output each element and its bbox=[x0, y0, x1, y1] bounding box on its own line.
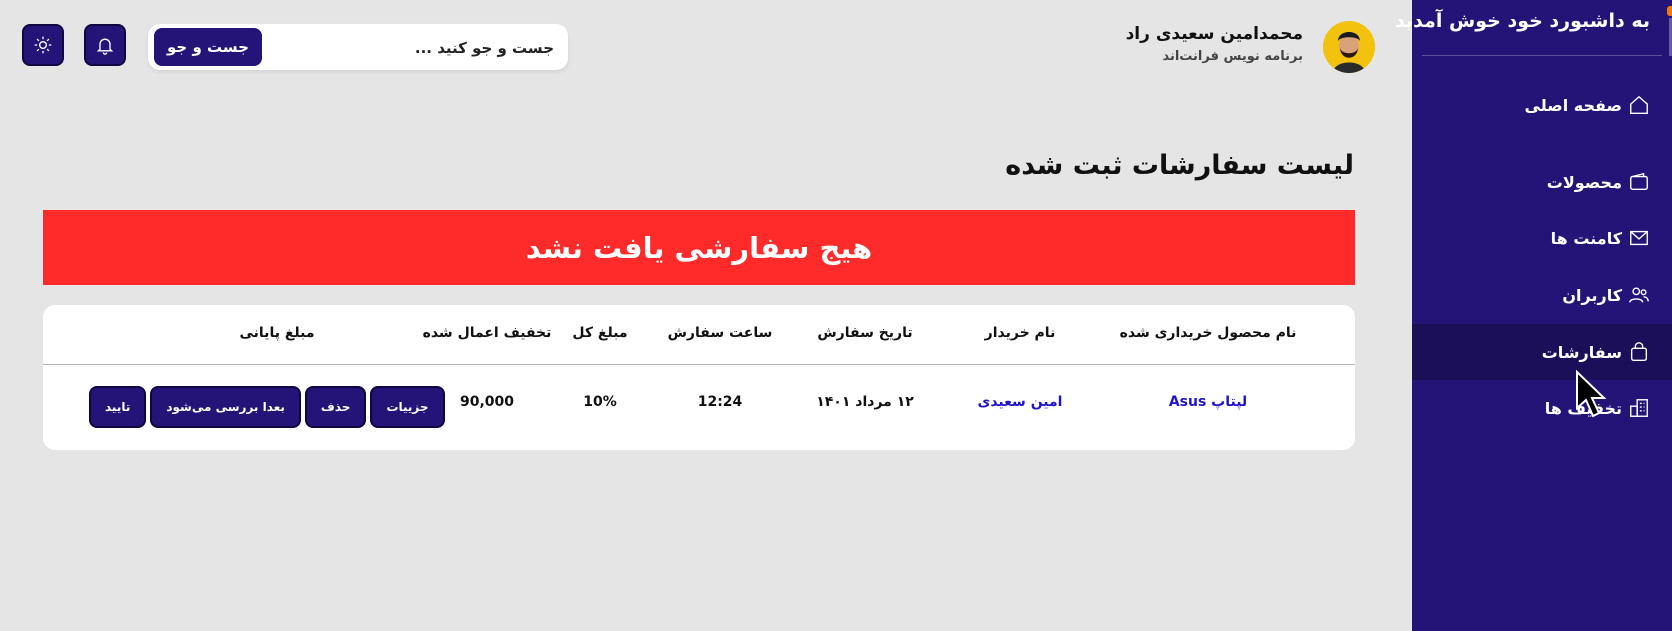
sidebar-item-label: صفحه اصلی bbox=[1524, 95, 1622, 115]
column-header-time: ساعت سفارش bbox=[667, 325, 773, 341]
order-time: 12:24 bbox=[697, 394, 743, 410]
details-button[interactable]: جزییات bbox=[370, 386, 445, 428]
sidebar-item-label: محصولات bbox=[1546, 172, 1622, 192]
review-later-button[interactable]: بعدا بررسی می‌شود bbox=[150, 386, 301, 428]
sidebar-item-discounts[interactable]: تخفیف ها bbox=[1412, 380, 1672, 436]
bell-icon bbox=[96, 38, 114, 55]
column-header-discount: تخفیف اعمال شده bbox=[422, 325, 552, 341]
sidebar-item-home[interactable]: صفحه اصلی bbox=[1412, 77, 1672, 133]
theme-toggle-button[interactable] bbox=[22, 24, 64, 66]
search-input[interactable] bbox=[302, 32, 556, 64]
user-name: محمدامین سعیدی راد bbox=[1125, 24, 1303, 44]
sidebar-item-orders[interactable]: سفارشات bbox=[1412, 324, 1672, 380]
column-header-buyer: نام خریدار bbox=[984, 325, 1056, 341]
buyer-link[interactable]: امین سعیدی bbox=[978, 394, 1063, 410]
sidebar: به داشبورد خود خوش آمدید صفحه اصلی محصول… bbox=[1395, 0, 1672, 631]
column-header-final: مبلغ پایانی bbox=[239, 325, 315, 341]
wallet-icon bbox=[1630, 172, 1648, 191]
column-header-total: مبلغ کل bbox=[572, 325, 628, 341]
empty-message: هیج سفارشی یافت نشد bbox=[525, 230, 873, 265]
row-actions: جزییات حذف بعدا بررسی می‌شود تایید bbox=[89, 386, 445, 428]
orders-table: نام محصول خریداری شده نام خریدار تاریخ س… bbox=[43, 305, 1355, 450]
product-link[interactable]: لپتاپ Asus bbox=[1169, 394, 1247, 410]
empty-orders-banner: هیج سفارشی یافت نشد bbox=[43, 210, 1355, 285]
building-icon bbox=[1630, 399, 1648, 417]
home-icon bbox=[1630, 95, 1648, 114]
notifications-button[interactable] bbox=[84, 24, 126, 66]
order-total: 10% bbox=[583, 394, 617, 410]
sidebar-item-label: کاربران bbox=[1562, 285, 1622, 305]
mail-icon bbox=[1630, 230, 1648, 246]
avatar[interactable] bbox=[1323, 21, 1375, 73]
sun-icon bbox=[34, 36, 52, 54]
scroll-indicator bbox=[1667, 6, 1672, 16]
shopping-bag-icon bbox=[1630, 342, 1648, 361]
sidebar-item-comments[interactable]: کامنت ها bbox=[1412, 210, 1672, 266]
avatar-image bbox=[1323, 21, 1375, 73]
user-profile[interactable]: محمدامین سعیدی راد برنامه نویس فرانت‌اند bbox=[1126, 18, 1375, 76]
user-role: برنامه نویس فرانت‌اند bbox=[1162, 49, 1303, 64]
sidebar-item-label: سفارشات bbox=[1541, 342, 1622, 362]
sidebar-item-products[interactable]: محصولات bbox=[1412, 154, 1672, 210]
sidebar-divider bbox=[1422, 55, 1662, 56]
search-bar: جست و جو bbox=[148, 24, 568, 70]
page-title: لیست سفارشات ثبت شده bbox=[1005, 150, 1354, 181]
users-icon bbox=[1629, 287, 1649, 303]
delete-button[interactable]: حذف bbox=[304, 386, 367, 428]
column-header-product: نام محصول خریداری شده bbox=[1119, 325, 1297, 341]
order-discount: 90,000 bbox=[459, 394, 515, 410]
table-divider bbox=[43, 364, 1355, 365]
search-button[interactable]: جست و جو bbox=[154, 28, 262, 66]
approve-button[interactable]: تایید bbox=[89, 386, 147, 428]
order-date: ۱۲ مرداد ۱۴۰۱ bbox=[816, 394, 914, 410]
mouse-cursor-icon bbox=[1576, 370, 1607, 418]
sidebar-title: به داشبورد خود خوش آمدید bbox=[1395, 10, 1650, 32]
column-header-date: تاریخ سفارش bbox=[817, 325, 913, 341]
sidebar-item-users[interactable]: کاربران bbox=[1412, 267, 1672, 323]
sidebar-item-label: کامنت ها bbox=[1550, 228, 1622, 248]
